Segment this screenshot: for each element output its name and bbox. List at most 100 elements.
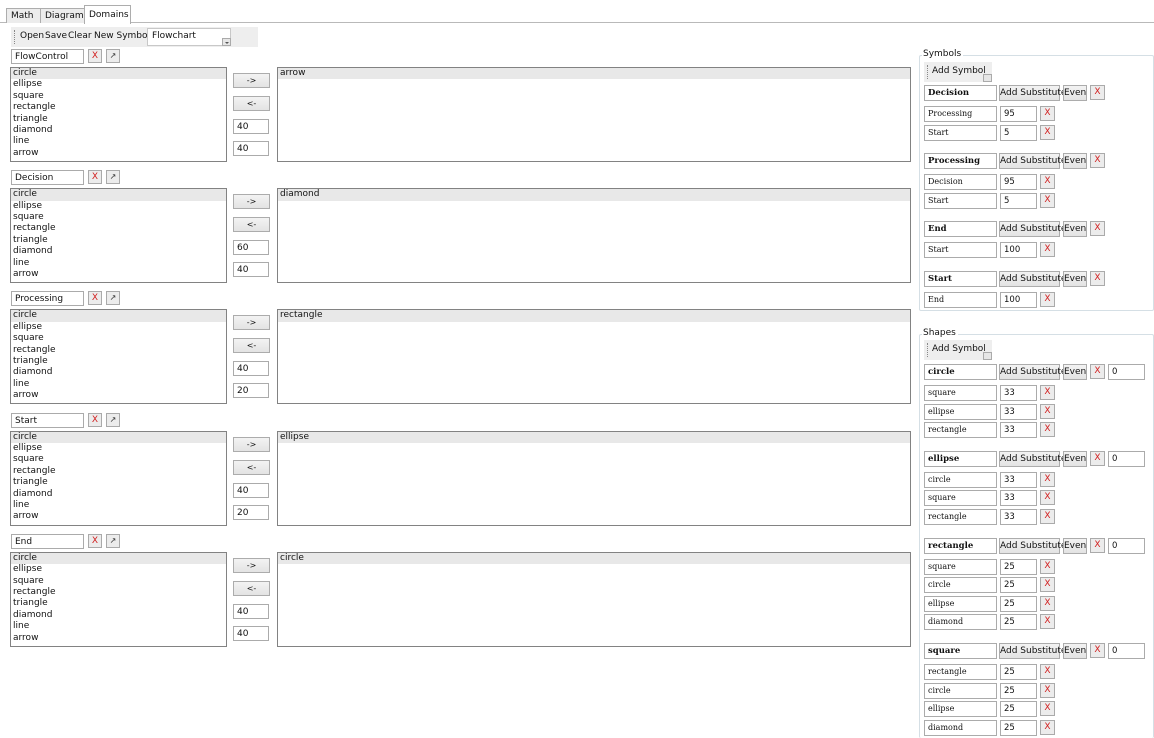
list-item[interactable]: rectangle [278,310,910,322]
add-symbol-button[interactable]: Add Symbol [932,344,986,355]
list-item[interactable]: circle [11,68,226,80]
list-item[interactable]: line [11,379,226,390]
delete-substitute-button[interactable]: X [1040,174,1055,190]
list-item[interactable]: rectangle [11,223,226,234]
substitute-name-field[interactable]: square [924,490,997,507]
symbol-weight-field[interactable]: 0 [1108,450,1145,467]
substitute-weight-field[interactable]: 33 [1000,490,1037,507]
list-item[interactable]: rectangle [11,466,226,477]
delete-substitute-button[interactable]: X [1040,471,1055,487]
add-to-selected-button[interactable]: -> [233,557,270,573]
substitute-name-field[interactable]: Start [924,242,997,259]
remove-from-selected-button[interactable]: <- [233,217,270,233]
list-item[interactable]: diamond [11,125,226,136]
list-item[interactable]: ellipse [278,431,910,443]
delete-symbol-button[interactable]: X [1090,537,1105,553]
substitute-weight-field[interactable]: 33 [1000,422,1037,439]
list-item[interactable]: arrow [11,633,226,644]
delete-substitute-button[interactable]: X [1040,292,1055,307]
delete-symbol-button[interactable]: X [1090,153,1105,169]
symbols-toolbar-grip[interactable] [927,65,929,79]
even-button[interactable]: Even [1063,364,1087,380]
delete-substitute-button[interactable]: X [1040,701,1055,717]
substitute-name-field[interactable]: rectangle [924,664,997,680]
rule-name-field[interactable]: Decision [11,170,84,186]
new-symbol-button[interactable]: New Symbol [94,31,150,42]
substitute-weight-field[interactable]: 25 [1000,701,1037,718]
substitute-name-field[interactable]: ellipse [924,403,997,420]
substitute-weight-field[interactable]: 5 [1000,124,1037,141]
add-substitute-button[interactable]: Add Substitute [999,85,1066,101]
symbol-weight-field[interactable]: 0 [1108,364,1145,380]
list-item[interactable]: arrow [278,68,910,80]
add-to-selected-button[interactable]: -> [233,315,270,331]
add-to-selected-button[interactable]: -> [233,436,270,452]
save-button[interactable]: Save [45,31,67,42]
substitute-name-field[interactable]: Start [924,124,997,141]
substitute-name-field[interactable]: Decision [924,174,997,191]
substitute-weight-field[interactable]: 25 [1000,682,1037,699]
add-substitute-button[interactable]: Add Substitute [999,364,1066,380]
substitute-weight-field[interactable]: 25 [1000,595,1037,612]
list-item[interactable]: line [11,621,226,632]
height-field[interactable]: 20 [233,383,269,399]
edit-rule-button[interactable]: ↗ [106,412,120,427]
open-button[interactable]: Open [20,31,44,42]
available-shapes-list[interactable]: circle ellipse square rectangle triangle diam… [10,67,227,162]
edit-rule-button[interactable]: ↗ [106,291,120,306]
delete-symbol-button[interactable]: X [1090,643,1105,658]
delete-substitute-button[interactable]: X [1040,682,1055,698]
list-item[interactable]: circle [11,552,226,565]
substitute-weight-field[interactable]: 95 [1000,174,1037,191]
list-item[interactable]: line [11,500,226,511]
height-field[interactable]: 40 [233,141,269,156]
delete-symbol-button[interactable]: X [1090,85,1105,100]
list-item[interactable]: rectangle [11,345,226,356]
list-item[interactable]: arrow [11,269,226,280]
even-button[interactable]: Even [1063,85,1087,101]
list-item[interactable]: circle [278,552,910,565]
even-button[interactable]: Even [1063,450,1087,467]
even-button[interactable]: Even [1063,271,1087,287]
edit-rule-button[interactable]: ↗ [106,49,120,63]
list-item[interactable]: circle [11,431,226,443]
substitute-weight-field[interactable]: 33 [1000,509,1037,525]
list-item[interactable]: ellipse [11,443,226,454]
list-item[interactable]: triangle [11,477,226,488]
symbol-weight-field[interactable]: 0 [1108,537,1145,554]
substitute-name-field[interactable]: diamond [924,614,997,631]
height-field[interactable]: 40 [233,262,269,278]
symbol-name-field[interactable]: End [924,221,997,238]
list-item[interactable]: ellipse [11,322,226,333]
substitute-weight-field[interactable]: 33 [1000,403,1037,420]
delete-rule-button[interactable]: X [88,533,102,548]
delete-substitute-button[interactable]: X [1040,403,1055,419]
list-item[interactable]: square [11,454,226,465]
delete-substitute-button[interactable]: X [1040,490,1055,506]
symbol-name-field[interactable]: Decision [924,85,997,101]
symbol-weight-field[interactable]: 0 [1108,643,1145,659]
selected-shapes-list[interactable]: arrow [277,67,911,162]
substitute-weight-field[interactable]: 25 [1000,577,1037,594]
delete-symbol-button[interactable]: X [1090,364,1105,379]
remove-from-selected-button[interactable]: <- [233,338,270,354]
substitute-name-field[interactable]: ellipse [924,701,997,718]
list-item[interactable]: diamond [278,189,910,201]
available-shapes-list[interactable]: circle ellipse square rectangle triangle diam… [10,430,227,526]
substitute-weight-field[interactable]: 25 [1000,664,1037,680]
delete-rule-button[interactable]: X [88,170,102,185]
list-item[interactable]: rectangle [11,587,226,598]
substitute-name-field[interactable]: diamond [924,719,997,736]
chevron-down-icon[interactable] [983,74,992,82]
delete-rule-button[interactable]: X [88,291,102,306]
even-button[interactable]: Even [1063,643,1087,659]
add-substitute-button[interactable]: Add Substitute [999,537,1066,554]
shapes-toolbar-grip[interactable] [927,343,929,357]
list-item[interactable]: arrow [11,148,226,159]
delete-substitute-button[interactable]: X [1040,577,1055,593]
even-button[interactable]: Even [1063,221,1087,238]
substitute-weight-field[interactable]: 33 [1000,471,1037,488]
list-item[interactable]: ellipse [11,564,226,575]
delete-substitute-button[interactable]: X [1040,124,1055,140]
edit-rule-button[interactable]: ↗ [106,170,120,185]
